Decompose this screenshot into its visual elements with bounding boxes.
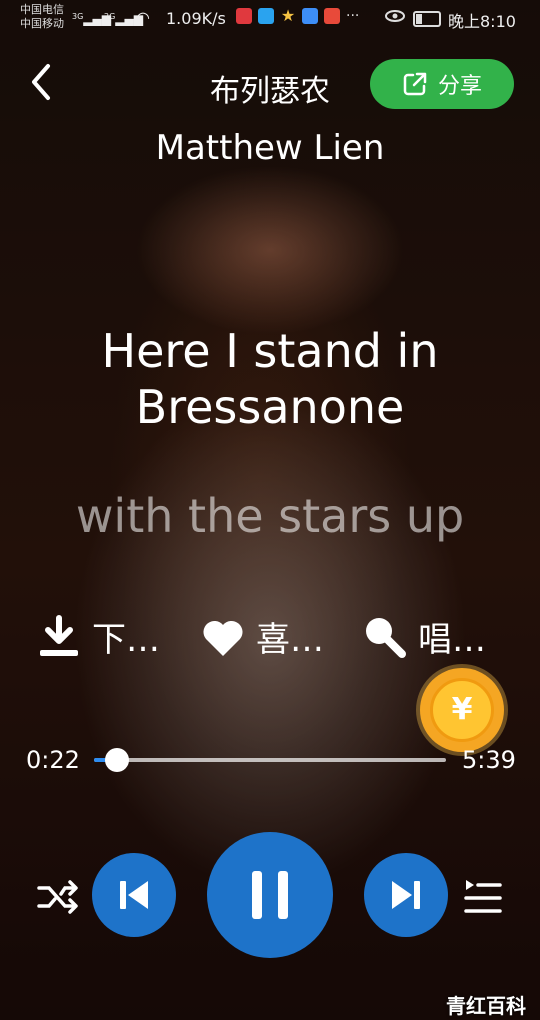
current-lyric-line-1: Here I stand in — [101, 324, 439, 378]
status-time: 晚上8:10 — [448, 12, 516, 31]
yen-coin-icon: ¥ — [430, 678, 494, 742]
next-lyric[interactable]: with the stars up — [0, 488, 540, 544]
download-button[interactable]: 下… — [36, 612, 160, 661]
battery-icon — [413, 11, 441, 27]
status-bar: 中国电信 中国移动 3G▂▄▆ 2G▂▄▆ ◠ 1.09K/s ★ ··· 晚上… — [0, 0, 540, 36]
playlist-button[interactable] — [460, 874, 504, 918]
carrier-info: 中国电信 中国移动 — [20, 3, 64, 31]
share-button[interactable]: 分享 — [370, 59, 514, 109]
share-icon — [403, 72, 427, 96]
current-lyric-line-2: Bressanone — [135, 380, 405, 434]
shuffle-icon — [37, 880, 78, 914]
microphone-icon — [366, 617, 406, 658]
coin-reward-button[interactable]: ¥ — [420, 668, 504, 752]
current-lyric[interactable]: Here I stand in Bressanone — [0, 323, 540, 435]
artist-name: Matthew Lien — [155, 128, 385, 168]
progress-knob[interactable] — [104, 748, 129, 772]
like-button[interactable]: 喜… — [200, 612, 324, 661]
song-title: 布列瑟农 — [210, 74, 330, 109]
watermark: 青红百科 — [446, 994, 526, 1018]
action-bar: 下… 喜… 唱… — [0, 612, 540, 662]
heart-icon — [203, 620, 243, 656]
pause-icon — [252, 871, 288, 919]
baidu-app-icon — [302, 8, 318, 24]
progress-slider[interactable] — [94, 748, 446, 772]
pause-button[interactable] — [207, 832, 333, 958]
total-time: 5:39 — [462, 746, 516, 774]
current-time: 0:22 — [26, 746, 80, 774]
skip-next-icon — [392, 881, 420, 909]
sing-label: 唱… — [418, 620, 486, 660]
eye-comfort-icon — [384, 7, 406, 29]
notification-icons: ★ ··· — [236, 8, 359, 24]
sing-button[interactable]: 唱… — [362, 612, 486, 661]
next-button[interactable] — [364, 853, 448, 937]
network-speed: 1.09K/s — [166, 9, 226, 28]
share-label: 分享 — [437, 74, 482, 99]
shuffle-button[interactable] — [36, 874, 80, 918]
k-app-icon — [258, 8, 274, 24]
playlist-icon — [464, 880, 502, 913]
more-notifications: ··· — [346, 8, 360, 24]
back-arrow-icon — [32, 64, 50, 100]
carrier-1: 中国电信 — [20, 3, 64, 16]
previous-button[interactable] — [92, 853, 176, 937]
skip-previous-icon — [120, 881, 148, 909]
carrier-2: 中国移动 — [20, 17, 64, 30]
download-label: 下… — [92, 620, 160, 660]
red-app-icon — [324, 8, 340, 24]
back-button[interactable] — [26, 62, 56, 108]
wifi-icon: ◠ — [136, 8, 150, 27]
download-icon — [40, 614, 78, 656]
news-app-icon — [236, 8, 252, 24]
like-label: 喜… — [256, 620, 324, 660]
star-app-icon: ★ — [280, 6, 296, 25]
